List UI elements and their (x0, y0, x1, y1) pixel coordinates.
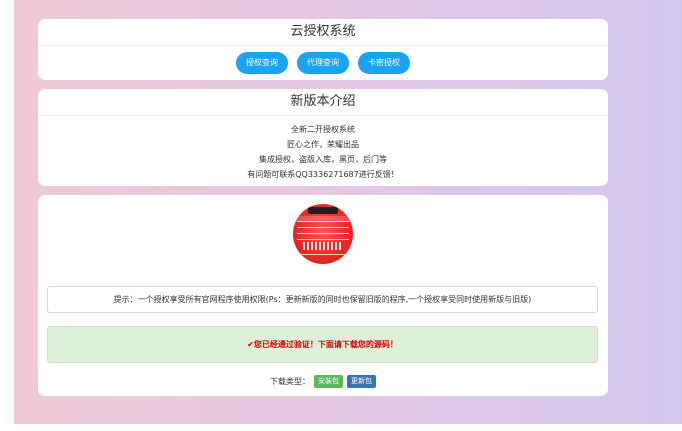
download-card: 提示：一个授权享受所有官网程序使用权限(Ps：更新新版的同时也保留旧版的程序,一… (38, 195, 608, 396)
intro-line: 匠心之作，荣耀出品 (287, 140, 359, 149)
intro-text: 全新二开授权系统 匠心之作，荣耀出品 集成授权，盗版入库，黑页，后门等 有问题可… (38, 116, 608, 182)
update-package-button[interactable]: 更新包 (347, 375, 376, 388)
intro-line: 全新二开授权系统 (291, 125, 355, 134)
intro-card: 新版本介绍 全新二开授权系统 匠心之作，荣耀出品 集成授权，盗版入库，黑页，后门… (38, 89, 608, 186)
intro-line: 集成授权，盗版入库，黑页，后门等 (259, 155, 387, 164)
agent-query-button[interactable]: 代理查询 (297, 52, 349, 74)
avatar (293, 204, 353, 264)
intro-line: 有问题可联系QQ3336271687进行反馈！ (247, 170, 399, 179)
license-query-button[interactable]: 授权查询 (236, 52, 288, 74)
site-title: 云授权系统 (38, 19, 608, 46)
card-key-license-button[interactable]: 卡密授权 (358, 52, 410, 74)
verification-success-alert: ✔您已经通过验证！下面请下载您的源码！ (47, 326, 598, 363)
license-notice: 提示：一个授权享受所有官网程序使用权限(Ps：更新新版的同时也保留旧版的程序,一… (47, 286, 598, 313)
intro-title: 新版本介绍 (38, 89, 608, 116)
header-card: 云授权系统 授权查询 代理查询 卡密授权 (38, 19, 608, 80)
install-package-button[interactable]: 安装包 (314, 375, 343, 388)
download-type-row: 下载类型： 安装包 更新包 (38, 375, 608, 388)
download-type-label: 下载类型： (270, 377, 310, 386)
header-button-row: 授权查询 代理查询 卡密授权 (38, 52, 608, 74)
